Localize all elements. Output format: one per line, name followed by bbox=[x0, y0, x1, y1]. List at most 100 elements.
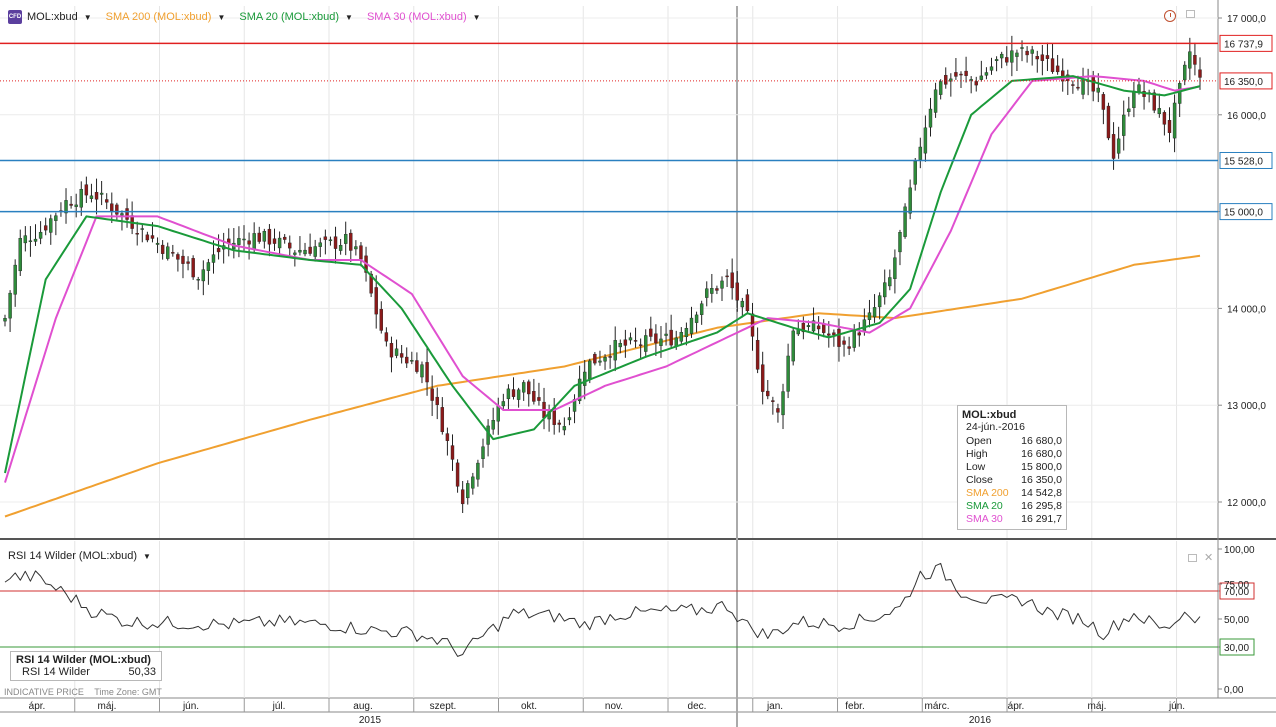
caret-down-icon[interactable]: ▼ bbox=[143, 552, 151, 561]
candle-body bbox=[54, 215, 58, 221]
candle-body bbox=[867, 312, 872, 320]
candle-body bbox=[1040, 54, 1045, 61]
candle-body bbox=[359, 245, 363, 260]
candle-body bbox=[13, 264, 17, 295]
candle-body bbox=[186, 261, 190, 264]
candle-body bbox=[710, 288, 714, 294]
candle-body bbox=[379, 308, 383, 331]
rsi-infobox: RSI 14 Wilder (MOL:xbud) RSI 14 Wilder 5… bbox=[10, 651, 162, 681]
candle-body bbox=[664, 333, 668, 336]
candle-body bbox=[613, 340, 617, 361]
candle-body bbox=[725, 275, 729, 278]
infobox-label: SMA 20 bbox=[966, 500, 1003, 512]
infobox-value: 16 295,8 bbox=[1021, 500, 1062, 512]
candle-body bbox=[832, 332, 836, 336]
candle-body bbox=[598, 360, 602, 363]
candle-body bbox=[1005, 57, 1009, 63]
candle-body bbox=[394, 348, 399, 356]
candle-body bbox=[827, 333, 831, 336]
candle-body bbox=[1020, 47, 1024, 49]
candle-body bbox=[18, 238, 22, 272]
month-label: máj. bbox=[98, 701, 117, 712]
legend-sma20[interactable]: SMA 20 (MOL:xbud) ▼ bbox=[239, 11, 353, 23]
month-label: ápr. bbox=[1008, 701, 1025, 712]
candle-body bbox=[1035, 56, 1039, 60]
candle-body bbox=[460, 489, 465, 505]
infobox-row-low: Low 15 800,0 bbox=[962, 461, 1062, 474]
candle-body bbox=[999, 53, 1004, 59]
candle-body bbox=[593, 353, 597, 364]
candle-body bbox=[649, 328, 653, 337]
chart-canvas[interactable]: 12 000,0 13 000,0 14 000,0 15 000,0 16 000,0… bbox=[0, 0, 1276, 727]
infobox-label: Open bbox=[966, 435, 992, 447]
caret-down-icon[interactable]: ▼ bbox=[345, 13, 353, 22]
candle-body bbox=[781, 391, 785, 416]
candle-body bbox=[216, 248, 221, 253]
window-icon[interactable] bbox=[1186, 10, 1195, 18]
candle-body bbox=[466, 483, 470, 499]
rsi-infobox-row: RSI 14 Wilder 50,33 bbox=[16, 666, 156, 678]
legend-sma200[interactable]: SMA 200 (MOL:xbud) ▼ bbox=[106, 11, 226, 23]
candle-body bbox=[877, 295, 882, 308]
candle-body bbox=[1096, 87, 1100, 93]
candle-body bbox=[155, 242, 160, 245]
candle-body bbox=[257, 232, 261, 242]
price-legend: CFD MOL:xbud ▼ SMA 200 (MOL:xbud) ▼ SMA … bbox=[8, 8, 495, 26]
candle-body bbox=[354, 246, 358, 250]
candle-body bbox=[374, 287, 378, 315]
candle-body bbox=[1050, 58, 1055, 72]
infobox-value: 16 291,7 bbox=[1021, 513, 1062, 525]
candle-body bbox=[806, 325, 811, 328]
candle-body bbox=[735, 282, 739, 301]
month-label: jún. bbox=[1168, 701, 1185, 712]
window-icon[interactable] bbox=[1188, 554, 1197, 562]
infobox-value: 16 350,0 bbox=[1021, 474, 1062, 486]
candle-body bbox=[135, 233, 139, 235]
caret-down-icon[interactable]: ▼ bbox=[473, 13, 481, 22]
candle-body bbox=[979, 75, 984, 80]
candle-body bbox=[938, 81, 943, 95]
candle-body bbox=[496, 405, 500, 422]
infobox-label: Close bbox=[966, 474, 993, 486]
candle-body bbox=[1015, 52, 1019, 57]
candle-body bbox=[1167, 120, 1172, 133]
close-icon[interactable]: ✕ bbox=[1204, 553, 1213, 564]
candle-body bbox=[501, 401, 506, 407]
candle-body bbox=[425, 362, 429, 383]
price-tick-label: 14 000,0 bbox=[1227, 304, 1266, 315]
candle-body bbox=[242, 238, 246, 241]
candle-body bbox=[1055, 65, 1060, 73]
candle-body bbox=[944, 75, 948, 85]
candle-body bbox=[923, 127, 928, 154]
legend-sma30[interactable]: SMA 30 (MOL:xbud) ▼ bbox=[367, 11, 481, 23]
month-label: jan. bbox=[766, 701, 783, 712]
ohlc-infobox: MOL:xbud 24-jún.-2016 Open 16 680,0 High 1… bbox=[957, 405, 1067, 530]
candle-body bbox=[1030, 49, 1034, 54]
candle-body bbox=[964, 70, 968, 76]
infobox-row-sma20: SMA 20 16 295,8 bbox=[962, 500, 1062, 513]
candle-body bbox=[994, 59, 999, 62]
caret-down-icon[interactable]: ▼ bbox=[217, 13, 225, 22]
candle-body bbox=[1188, 51, 1192, 69]
candle-body bbox=[237, 238, 241, 245]
candle-body bbox=[125, 208, 129, 220]
candle-body bbox=[684, 328, 689, 337]
caret-down-icon[interactable]: ▼ bbox=[84, 13, 92, 22]
candle-body bbox=[689, 317, 694, 334]
candle-body bbox=[338, 245, 343, 251]
candle-body bbox=[893, 257, 897, 279]
month-label: márc. bbox=[925, 701, 950, 712]
indicative-price-label: INDICATIVE PRICE bbox=[4, 687, 84, 697]
rsi-panel-controls: ✕ bbox=[1188, 553, 1213, 564]
candle-body bbox=[918, 146, 923, 160]
candle-body bbox=[420, 364, 424, 378]
candle-body bbox=[984, 72, 989, 76]
candle-body bbox=[557, 422, 561, 425]
candle bbox=[1106, 102, 1111, 141]
legend-symbol[interactable]: CFD MOL:xbud ▼ bbox=[8, 10, 92, 24]
rsi-legend[interactable]: RSI 14 Wilder (MOL:xbud) ▼ bbox=[8, 550, 151, 562]
candle-body bbox=[23, 235, 28, 244]
candle-body bbox=[84, 184, 89, 196]
chart-window: 12 000,0 13 000,0 14 000,0 15 000,0 16 000,0… bbox=[0, 0, 1276, 727]
clock-icon[interactable] bbox=[1164, 10, 1176, 22]
